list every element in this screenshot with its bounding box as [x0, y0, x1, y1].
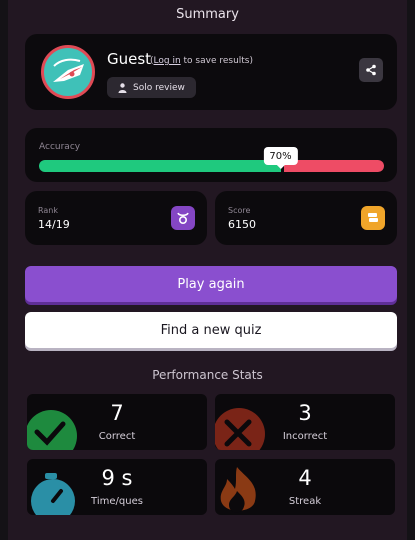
- find-new-quiz-button[interactable]: Find a new quiz: [25, 312, 397, 348]
- coins-icon: [368, 213, 378, 222]
- avatar: [41, 45, 95, 99]
- rank-value: 14/19: [38, 218, 70, 231]
- score-card: Score 6150: [215, 191, 397, 245]
- stat-label: Incorrect: [282, 431, 328, 442]
- rank-label: Rank: [38, 206, 58, 215]
- stat-label: Time/ques: [91, 496, 143, 507]
- stat-card-correct: 7 Correct: [27, 394, 207, 450]
- stat-value: 4: [298, 466, 312, 490]
- accuracy-bar: 70%: [39, 147, 384, 172]
- accuracy-bar-correct: [39, 160, 281, 172]
- person-icon: [118, 82, 127, 93]
- stat-value: 7: [110, 401, 124, 425]
- login-prompt: (Log in to save results): [150, 56, 254, 66]
- rank-icon: [171, 206, 195, 230]
- stat-card-incorrect: 3 Incorrect: [215, 394, 395, 450]
- rank-card: Rank 14/19: [25, 191, 207, 245]
- stat-value: 3: [298, 401, 312, 425]
- avatar-illustration-icon: [53, 58, 84, 82]
- stat-value: 9 s: [101, 466, 133, 490]
- score-label: Score: [228, 206, 251, 215]
- play-again-button[interactable]: Play again: [25, 266, 397, 302]
- stat-label: Streak: [288, 496, 322, 507]
- user-name: Guest: [107, 50, 152, 68]
- accuracy-bar-incorrect: [283, 160, 384, 172]
- login-link[interactable]: Log in: [154, 56, 181, 66]
- mode-badge: Solo review: [107, 77, 196, 98]
- taurus-icon: [177, 212, 189, 225]
- stat-label: Correct: [98, 431, 136, 442]
- share-button[interactable]: [359, 58, 383, 82]
- page-title: Summary: [176, 7, 239, 22]
- profile-card: Guest (Log in to save results) Solo revi…: [25, 34, 397, 110]
- share-icon: [366, 64, 376, 76]
- score-icon: [361, 206, 385, 230]
- accuracy-card: Accuracy 70%: [25, 128, 397, 182]
- stat-card-time: 9 s Time/ques: [27, 459, 207, 515]
- stat-card-streak: 4 Streak: [215, 459, 395, 515]
- accuracy-percent-badge: 70%: [263, 147, 298, 169]
- accuracy-label: Accuracy: [39, 142, 81, 152]
- performance-stats-title: Performance Stats: [152, 368, 263, 382]
- score-value: 6150: [228, 218, 256, 231]
